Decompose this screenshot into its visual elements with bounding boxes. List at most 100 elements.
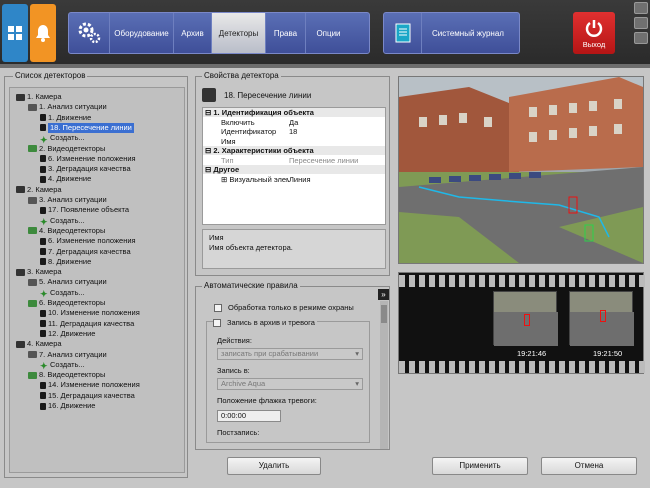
tree-item[interactable]: 14. Изменение положения xyxy=(40,380,140,390)
tree-item[interactable]: 4. Камера xyxy=(16,339,62,349)
event-thumbnail[interactable] xyxy=(569,291,634,346)
header-divider xyxy=(0,64,650,68)
delete-button[interactable]: Удалить xyxy=(227,457,321,475)
property-row[interactable]: Идентификатор 18 xyxy=(203,127,385,136)
tree-item[interactable]: 8. Движение xyxy=(40,257,91,267)
property-category[interactable]: ⊟ 2. Характеристики объекта xyxy=(203,146,385,155)
settings-gear-icon xyxy=(69,13,109,53)
tree-item[interactable]: ✦ Создать... xyxy=(40,288,85,300)
layouts-tile-button[interactable] xyxy=(2,4,28,62)
tree-item[interactable]: 1. Анализ ситуации xyxy=(28,102,107,112)
tree-item[interactable]: 3. Камера xyxy=(16,267,62,277)
tree-item[interactable]: 12. Движение xyxy=(40,329,95,339)
tree-item[interactable]: ✦ Создать... xyxy=(40,360,85,372)
checkbox-box[interactable] xyxy=(214,303,222,312)
tree-item[interactable]: 6. Изменение положения xyxy=(40,236,136,246)
tree-item[interactable]: 3. Деградация качества xyxy=(40,164,131,174)
property-category[interactable]: ⊟ Другое xyxy=(203,165,385,174)
property-row[interactable]: Тип Пересечение линии xyxy=(203,156,385,165)
tree-item-label: 18. Пересечение линии xyxy=(48,122,134,133)
figure-icon xyxy=(40,320,46,328)
cancel-button[interactable]: Отмена xyxy=(541,457,637,475)
property-row[interactable]: Включить Да xyxy=(203,118,385,127)
write-to-select[interactable]: Archive Aqua xyxy=(217,378,363,390)
tree-item[interactable]: 7. Анализ ситуации xyxy=(28,350,107,360)
tree-item[interactable]: 5. Анализ ситуации xyxy=(28,277,107,287)
tree-item[interactable]: 8. Видеодетекторы xyxy=(28,370,105,380)
tree-item[interactable]: 17. Появление объекта xyxy=(40,205,129,215)
record-checkbox[interactable]: Запись в архив и тревога xyxy=(213,318,317,327)
alarms-tile-button[interactable] xyxy=(30,4,56,62)
tree-item[interactable]: 10. Изменение положения xyxy=(40,308,140,318)
tree-item-label: 6. Изменение положения xyxy=(48,153,136,163)
tree-item-label: 6. Видеодетекторы xyxy=(39,298,106,307)
exit-button[interactable]: Выход xyxy=(573,12,615,54)
add-icon: ✦ xyxy=(40,361,48,372)
checkbox-box[interactable] xyxy=(213,318,221,327)
property-value[interactable]: Да xyxy=(289,118,385,127)
tree-item[interactable]: 6. Видеодетекторы xyxy=(28,298,105,308)
property-value[interactable] xyxy=(289,137,385,146)
tree-item[interactable]: 1. Камера xyxy=(16,92,62,102)
tab-options[interactable]: Опции xyxy=(305,13,351,53)
tree-item[interactable]: 1. Движение xyxy=(40,113,91,123)
tab-archive[interactable]: Архив xyxy=(173,13,211,53)
camera-preview[interactable] xyxy=(398,76,644,264)
tab-equipment[interactable]: Оборудование xyxy=(109,13,173,53)
scrollbar-thumb[interactable] xyxy=(381,305,387,323)
video-detector-icon xyxy=(28,145,37,152)
tree-item[interactable]: 2. Видеодетекторы xyxy=(28,144,105,154)
tree-item[interactable]: 11. Деградация качества xyxy=(40,319,134,329)
tree-item[interactable]: 16. Движение xyxy=(40,401,95,411)
flag-position-spinner[interactable]: 0:00:00 xyxy=(217,410,281,422)
tree-item[interactable]: 7. Деградация качества xyxy=(40,247,131,257)
event-thumbnail[interactable] xyxy=(493,291,558,346)
tree-item[interactable]: 3. Анализ ситуации xyxy=(28,195,107,205)
property-value[interactable]: Пересечение линии xyxy=(289,156,385,165)
tab-detectors[interactable]: Детекторы xyxy=(211,13,265,53)
tree-item[interactable]: ✦ Создать... xyxy=(40,133,85,145)
situation-analysis-icon xyxy=(28,351,37,358)
tab-rights[interactable]: Права xyxy=(265,13,305,53)
tree-item[interactable]: 2. Камера xyxy=(16,185,62,195)
camera-frame-image xyxy=(399,77,643,263)
tree-item[interactable]: 6. Изменение положения xyxy=(40,154,136,164)
detector-tree[interactable]: 1. Камера 1. Анализ ситуации 1. Движение 18… xyxy=(9,87,185,473)
tree-item-label: 6. Изменение положения xyxy=(48,236,136,246)
figure-icon xyxy=(40,402,46,410)
bell-icon xyxy=(36,25,50,42)
minimize-button[interactable] xyxy=(634,2,648,14)
video-detector-icon xyxy=(28,227,37,235)
tree-item[interactable]: 4. Видеодетекторы xyxy=(28,226,105,236)
apply-button[interactable]: Применить xyxy=(432,457,528,475)
property-grid[interactable]: ⊟ 1. Идентификация объекта Включить Да Иден… xyxy=(202,107,386,225)
property-value[interactable]: Линия xyxy=(289,175,385,184)
close-button[interactable] xyxy=(634,32,648,44)
property-row[interactable]: Имя xyxy=(203,137,385,146)
expand-arrow-icon[interactable]: » xyxy=(378,289,389,300)
tree-item[interactable]: 15. Деградация качества xyxy=(40,391,135,401)
tree-item[interactable]: 18. Пересечение линии xyxy=(40,122,134,133)
add-icon: ✦ xyxy=(40,289,48,300)
tree-item-label: 12. Движение xyxy=(48,328,96,338)
figure-icon xyxy=(40,330,46,338)
category-label: ⊟ Другое xyxy=(205,165,240,174)
property-row[interactable]: ⊞ Визуальный элементЛиния xyxy=(203,175,385,184)
figure-icon xyxy=(40,381,46,389)
guard-only-label: Обработка только в режиме охраны xyxy=(228,303,354,312)
property-value[interactable]: 18 xyxy=(289,127,385,136)
detector-properties-panel: Свойства детектора 18. Пересечение линии… xyxy=(195,71,390,276)
property-category[interactable]: ⊟ 1. Идентификация объекта xyxy=(203,108,385,117)
record-label: Запись в архив и тревога xyxy=(227,318,315,327)
system-journal-button[interactable]: Системный журнал xyxy=(383,12,520,54)
figure-icon xyxy=(40,114,46,122)
figure-icon xyxy=(40,165,46,173)
actions-select[interactable]: записать при срабатывании xyxy=(217,348,363,360)
maximize-button[interactable] xyxy=(634,17,648,29)
tree-item-label: 1. Движение xyxy=(48,112,92,122)
guard-only-checkbox[interactable]: Обработка только в режиме охраны xyxy=(214,303,354,312)
tree-item[interactable]: ✦ Создать... xyxy=(40,216,85,228)
tree-item[interactable]: 4. Движение xyxy=(40,174,91,184)
rules-scrollbar[interactable] xyxy=(380,301,388,449)
property-description: Имя Имя объекта детектора. xyxy=(202,229,386,269)
